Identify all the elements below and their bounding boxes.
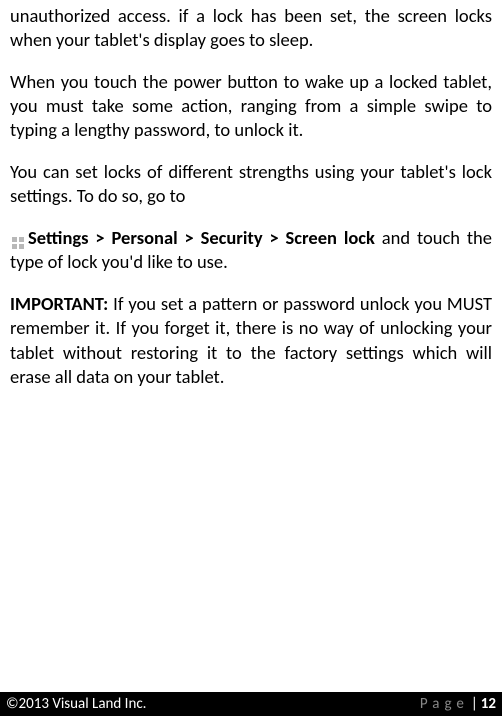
document-body: unauthorized access. if a lock has been … <box>0 0 502 692</box>
page-number: 12 <box>481 695 496 713</box>
copyright-text: ©2013 Visual Land Inc. <box>6 695 146 713</box>
paragraph-5: IMPORTANT: If you set a pattern or passw… <box>10 292 492 388</box>
page-separator: | <box>471 695 478 713</box>
settings-icon <box>10 233 26 249</box>
paragraph-4: Settings > Personal > Security > Screen … <box>10 226 492 274</box>
settings-path-bold: Settings > Personal > Security > Screen … <box>28 226 375 249</box>
paragraph-2: When you touch the power button to wake … <box>10 70 492 142</box>
paragraph-1: unauthorized access. if a lock has been … <box>10 4 492 52</box>
page-indicator: Page | 12 <box>420 695 496 713</box>
page-label: Page <box>420 695 469 713</box>
important-label: IMPORTANT: <box>10 292 108 315</box>
paragraph-3: You can set locks of different strengths… <box>10 160 492 208</box>
page-footer: ©2013 Visual Land Inc. Page | 12 <box>0 692 502 716</box>
